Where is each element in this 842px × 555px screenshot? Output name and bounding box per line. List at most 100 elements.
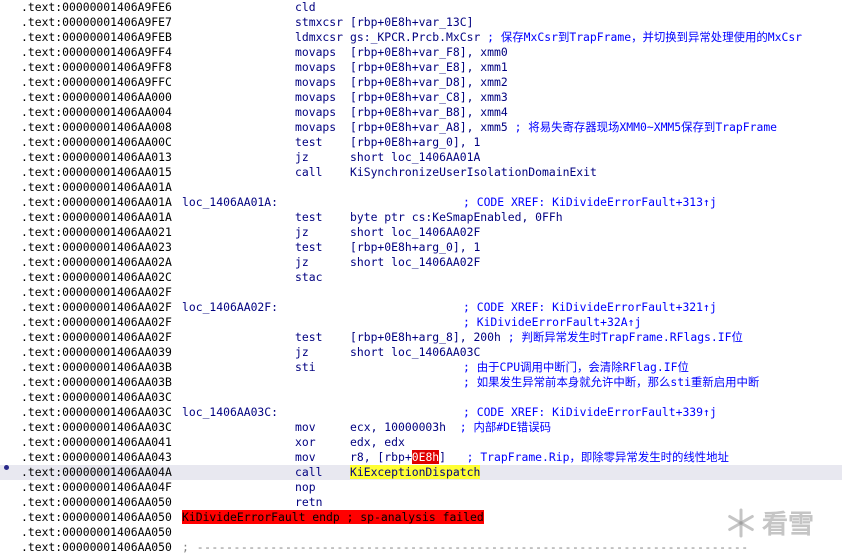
line-address[interactable]: .text:00000001406AA050: [21, 540, 172, 555]
code-comment[interactable]: ; KiDivideErrorFault+32A↑j: [463, 315, 641, 330]
line-address[interactable]: .text:00000001406AA03C: [21, 420, 172, 435]
instruction-operands[interactable]: short loc_1406AA02F: [350, 225, 480, 240]
line-address[interactable]: .text:00000001406AA013: [21, 150, 172, 165]
operand-text[interactable]: [rbp+0E8h+var_D8], xmm2: [350, 75, 508, 89]
instruction-operands[interactable]: [rbp+0E8h+var_13C]: [350, 15, 473, 30]
instruction-mnemonic[interactable]: jz: [295, 225, 309, 240]
operand-text[interactable]: short loc_1406AA01A: [350, 150, 480, 164]
code-line[interactable]: .text:00000001406AA050 KiDivideErrorFault…: [0, 510, 842, 525]
instruction-mnemonic[interactable]: test: [295, 210, 322, 225]
code-comment[interactable]: ; 由于CPU调用中断门，会清除RFlag.IF位: [463, 360, 689, 375]
instruction-operands[interactable]: [rbp+0E8h+var_E8], xmm1: [350, 60, 508, 75]
operand-text[interactable]: [rbp+0E8h+var_E8], xmm1: [350, 60, 508, 74]
instruction-mnemonic[interactable]: sti: [295, 360, 316, 375]
operand-text[interactable]: [rbp+0E8h+var_F8], xmm0: [350, 45, 508, 59]
instruction-operands[interactable]: short loc_1406AA03C: [350, 345, 480, 360]
instruction-operands[interactable]: short loc_1406AA01A: [350, 150, 480, 165]
operand-text[interactable]: [rbp+0E8h+arg_8], 200h: [350, 330, 501, 344]
instruction-mnemonic[interactable]: mov: [295, 420, 316, 435]
line-address[interactable]: .text:00000001406A9FEB: [21, 30, 172, 45]
line-address[interactable]: .text:00000001406AA015: [21, 165, 172, 180]
code-line[interactable]: .text:00000001406AA04A call KiExceptionDis…: [0, 465, 842, 480]
operand-text[interactable]: ecx, 10000003h: [350, 420, 446, 434]
instruction-mnemonic[interactable]: call: [295, 465, 322, 480]
line-address[interactable]: .text:00000001406AA03C: [21, 405, 172, 420]
code-line[interactable]: .text:00000001406AA03C mov ecx, 10000003h …: [0, 420, 842, 435]
operand-text[interactable]: gs:_KPCR.Prcb.MxCsr: [350, 30, 480, 44]
line-address[interactable]: .text:00000001406AA01A: [21, 210, 172, 225]
operand-text[interactable]: [rbp+0E8h+arg_0], 1: [350, 240, 480, 254]
instruction-mnemonic[interactable]: mov: [295, 450, 316, 465]
line-address[interactable]: .text:00000001406A9FE6: [21, 0, 172, 15]
instruction-operands[interactable]: [rbp+0E8h+arg_8], 200h ; 判断异常发生时TrapFram…: [350, 330, 743, 345]
line-address[interactable]: .text:00000001406AA02C: [21, 270, 172, 285]
line-address[interactable]: .text:00000001406AA041: [21, 435, 172, 450]
line-address[interactable]: .text:00000001406A9FF8: [21, 60, 172, 75]
code-line[interactable]: .text:00000001406AA01A test byte ptr cs:Ke…: [0, 210, 842, 225]
line-address[interactable]: .text:00000001406A9FF4: [21, 45, 172, 60]
line-address[interactable]: .text:00000001406AA01A: [21, 180, 172, 195]
line-address[interactable]: .text:00000001406AA01A: [21, 195, 172, 210]
code-line[interactable]: .text:00000001406AA050 retn: [0, 495, 842, 510]
code-comment[interactable]: ; CODE XREF: KiDivideErrorFault+321↑j: [463, 300, 717, 315]
operand-text[interactable]: [rbp+0E8h+arg_0], 1: [350, 135, 480, 149]
instruction-mnemonic[interactable]: jz: [295, 150, 309, 165]
disassembly-view[interactable]: .text:00000001406A9FE6 cld .text:000000014…: [0, 0, 842, 555]
instruction-operands[interactable]: ecx, 10000003h ; 内部#DE错误码: [350, 420, 551, 435]
operand-text[interactable]: KiSynchronizeUserIsolationDomainExit: [350, 165, 597, 179]
instruction-mnemonic[interactable]: movaps: [295, 75, 336, 90]
instruction-mnemonic[interactable]: movaps: [295, 120, 336, 135]
line-address[interactable]: .text:00000001406AA000: [21, 90, 172, 105]
code-label[interactable]: loc_1406AA02F:: [182, 300, 278, 315]
line-address[interactable]: .text:00000001406AA02A: [21, 255, 172, 270]
code-line[interactable]: .text:00000001406AA008 movaps [rbp+0E8h+va…: [0, 120, 842, 135]
code-comment[interactable]: ; CODE XREF: KiDivideErrorFault+313↑j: [463, 195, 717, 210]
code-line[interactable]: .text:00000001406AA041 xor edx, edx: [0, 435, 842, 450]
operand-text[interactable]: 0E8h: [411, 450, 440, 464]
line-address[interactable]: .text:00000001406A9FE7: [21, 15, 172, 30]
code-line[interactable]: .text:00000001406AA02F loc_1406AA02F: ; CO…: [0, 300, 842, 315]
operand-text[interactable]: KiExceptionDispatch: [350, 465, 481, 479]
code-line[interactable]: .text:00000001406AA02F test [rbp+0E8h+arg_…: [0, 330, 842, 345]
instruction-mnemonic[interactable]: ldmxcsr: [295, 30, 343, 45]
operand-text[interactable]: [rbp+0E8h+var_B8], xmm4: [350, 105, 508, 119]
instruction-mnemonic[interactable]: stac: [295, 270, 322, 285]
instruction-operands[interactable]: gs:_KPCR.Prcb.MxCsr ; 保存MxCsr到TrapFrame，…: [350, 30, 802, 45]
code-line[interactable]: .text:00000001406AA03B sti ; 由于CPU调用中断门，会清…: [0, 360, 842, 375]
code-line[interactable]: .text:00000001406AA02F ; KiDivideErrorFau…: [0, 315, 842, 330]
line-address[interactable]: .text:00000001406AA021: [21, 225, 172, 240]
instruction-operands[interactable]: [rbp+0E8h+var_C8], xmm3: [350, 90, 508, 105]
code-line[interactable]: .text:00000001406AA00C test [rbp+0E8h+arg_…: [0, 135, 842, 150]
line-address[interactable]: .text:00000001406AA023: [21, 240, 172, 255]
instruction-mnemonic[interactable]: movaps: [295, 105, 336, 120]
code-label[interactable]: KiDivideErrorFault endp ; sp-analysis fa…: [182, 510, 484, 525]
line-address[interactable]: .text:00000001406AA050: [21, 510, 172, 525]
code-line[interactable]: .text:00000001406AA039 jz short loc_1406AA…: [0, 345, 842, 360]
line-address[interactable]: .text:00000001406AA00C: [21, 135, 172, 150]
line-address[interactable]: .text:00000001406A9FFC: [21, 75, 172, 90]
code-line[interactable]: .text:00000001406AA050 ; ----------------…: [0, 540, 842, 555]
code-comment[interactable]: ; 如果发生异常前本身就允许中断，那么sti重新启用中断: [463, 375, 759, 390]
code-line[interactable]: .text:00000001406AA01A: [0, 180, 842, 195]
code-line[interactable]: .text:00000001406AA015 call KiSynchronizeU…: [0, 165, 842, 180]
instruction-operands[interactable]: r8, [rbp+0E8h] ; TrapFrame.Rip，即除零异常发生时的…: [350, 450, 729, 465]
code-line[interactable]: .text:00000001406AA04F nop: [0, 480, 842, 495]
operand-text[interactable]: short loc_1406AA02F: [350, 225, 480, 239]
operand-text[interactable]: short loc_1406AA02F: [350, 255, 480, 269]
instruction-operands[interactable]: [rbp+0E8h+var_B8], xmm4: [350, 105, 508, 120]
line-address[interactable]: .text:00000001406AA008: [21, 120, 172, 135]
instruction-operands[interactable]: KiSynchronizeUserIsolationDomainExit: [350, 165, 597, 180]
operand-text[interactable]: [rbp+0E8h+var_A8], xmm5: [350, 120, 508, 134]
code-line[interactable]: .text:00000001406A9FFC movaps [rbp+0E8h+va…: [0, 75, 842, 90]
instruction-mnemonic[interactable]: movaps: [295, 90, 336, 105]
code-label[interactable]: loc_1406AA01A:: [182, 195, 278, 210]
instruction-mnemonic[interactable]: call: [295, 165, 322, 180]
code-line[interactable]: .text:00000001406AA043 mov r8, [rbp+0E8h] …: [0, 450, 842, 465]
instruction-operands[interactable]: [rbp+0E8h+arg_0], 1: [350, 135, 480, 150]
inline-comment[interactable]: ; 保存MxCsr到TrapFrame，并切换到异常处理使用的MxCsr: [480, 30, 802, 44]
code-line[interactable]: .text:00000001406AA02F: [0, 285, 842, 300]
code-line[interactable]: .text:00000001406AA02C stac: [0, 270, 842, 285]
line-address[interactable]: .text:00000001406AA03B: [21, 375, 172, 390]
instruction-mnemonic[interactable]: test: [295, 135, 322, 150]
inline-comment[interactable]: ; 内部#DE错误码: [446, 420, 551, 434]
